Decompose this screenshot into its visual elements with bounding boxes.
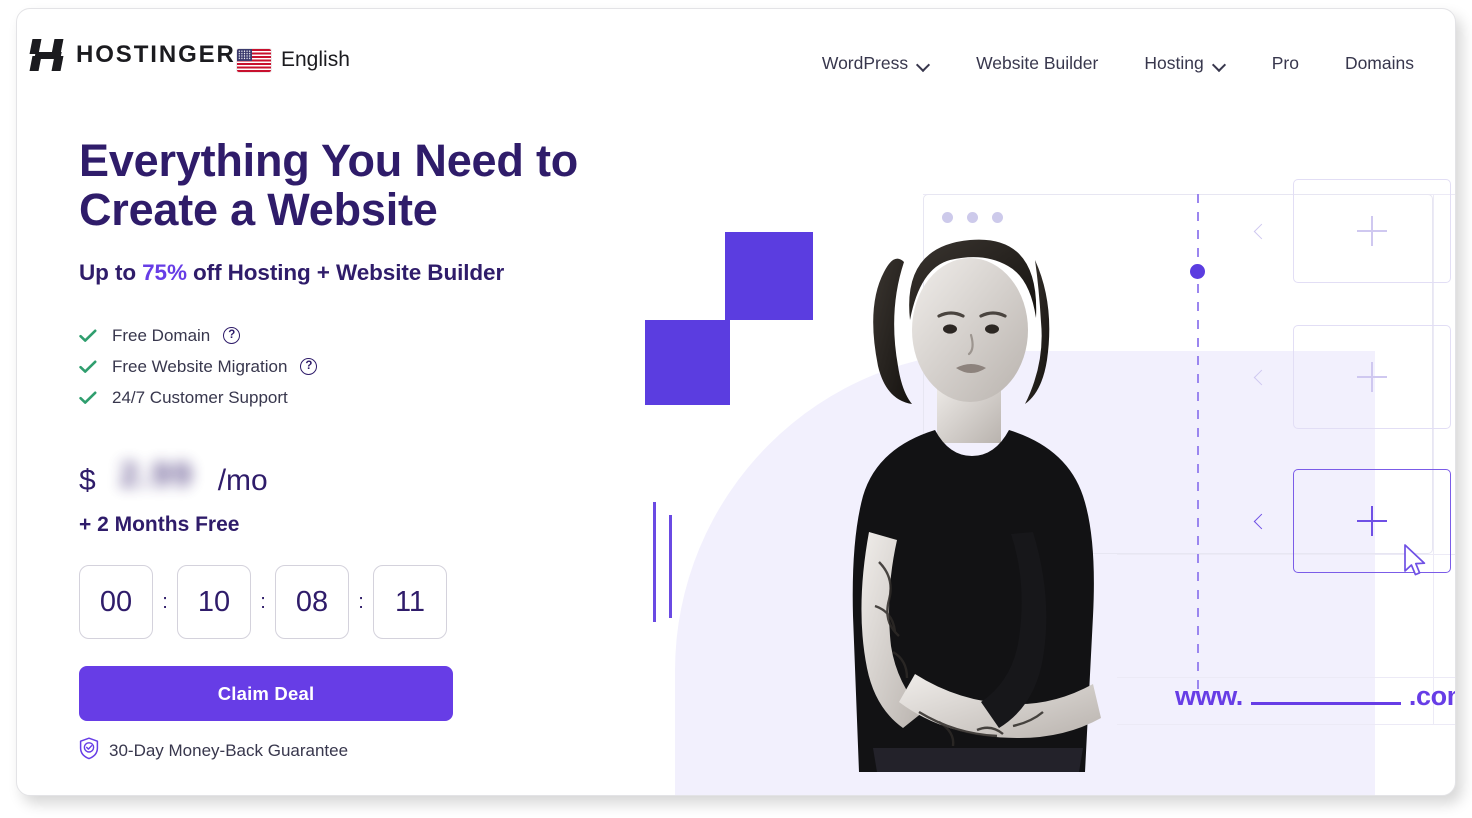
domain-search-illustration: www. .com [1175, 681, 1455, 712]
help-icon[interactable]: ? [300, 358, 318, 376]
main-navigation: WordPress Website Builder Hosting Pro Do… [799, 47, 1437, 80]
person-photo [807, 202, 1137, 772]
money-back-guarantee: 30-Day Money-Back Guarantee [79, 737, 639, 765]
countdown-minutes: 08 [275, 565, 349, 640]
plus-icon [1357, 216, 1387, 246]
landing-page: HOSTINGER English WordPress Website Buil… [16, 8, 1456, 796]
feature-label: 24/7 Customer Support [112, 387, 288, 407]
chevron-down-icon [917, 60, 930, 68]
headline-line-1: Everything You Need to [79, 135, 579, 186]
brand-logo[interactable]: HOSTINGER [29, 38, 236, 72]
screenshot-canvas: HOSTINGER English WordPress Website Buil… [0, 0, 1472, 818]
site-header: HOSTINGER English WordPress Website Buil… [17, 9, 1455, 104]
language-selector[interactable]: English [237, 48, 350, 72]
grid-rule-horizontal [1117, 724, 1455, 725]
mouse-pointer-icon [1403, 544, 1429, 578]
check-icon [79, 360, 101, 374]
language-label: English [281, 48, 350, 71]
feature-label: Free Website Migration [112, 356, 288, 376]
shield-check-icon [79, 737, 99, 765]
price-amount-value: 2.99 [119, 456, 194, 495]
countdown-hours: 10 [177, 565, 251, 640]
hostinger-h-logo-icon [29, 38, 65, 72]
feature-item-free-domain: Free Domain ? [79, 320, 639, 351]
grid-rule-horizontal [1117, 677, 1455, 678]
countdown-separator: : [260, 590, 266, 613]
us-flag-icon [237, 48, 271, 72]
price-period: /mo [217, 464, 268, 498]
chevron-down-icon [1213, 60, 1226, 68]
claim-deal-button[interactable]: Claim Deal [79, 666, 453, 722]
months-free-label: + 2 Months Free [79, 513, 240, 537]
nav-item-hosting[interactable]: Hosting [1121, 47, 1248, 80]
plus-icon [1357, 506, 1387, 536]
discount-percent: 75% [142, 260, 187, 286]
decorative-line-long [669, 515, 672, 618]
subhead-suffix: off Hosting + Website Builder [186, 260, 505, 286]
guarantee-label: 30-Day Money-Back Guarantee [109, 741, 349, 761]
guideline-anchor-dot [1190, 264, 1205, 279]
countdown-timer: 00 : 10 : 08 : 11 [79, 565, 639, 640]
plus-icon [1357, 362, 1387, 392]
countdown-seconds: 11 [373, 565, 447, 640]
check-icon [79, 391, 101, 405]
subhead-prefix: Up to [79, 260, 143, 286]
help-icon[interactable]: ? [223, 327, 241, 345]
feature-label: Free Domain [112, 325, 211, 345]
nav-item-domains[interactable]: Domains [1322, 47, 1437, 80]
placeholder-card-2[interactable] [1293, 325, 1451, 429]
nav-item-website-builder[interactable]: Website Builder [953, 47, 1121, 80]
chevron-left-icon[interactable] [1254, 511, 1267, 533]
chevron-left-icon[interactable] [1254, 367, 1267, 389]
domain-suffix: .com [1408, 681, 1455, 711]
hero-subheadline: Up to 75% off Hosting + Website Builder [79, 260, 639, 286]
check-icon [79, 329, 101, 343]
decorative-square-bottom [645, 320, 730, 405]
nav-item-label: Website Builder [976, 53, 1099, 73]
decorative-square-top [725, 232, 813, 320]
hero-content: Everything You Need to Create a Website … [79, 135, 639, 765]
countdown-days: 00 [79, 565, 153, 640]
decorative-line-short [653, 502, 656, 622]
nav-item-pro[interactable]: Pro [1249, 47, 1322, 80]
chevron-left-icon[interactable] [1254, 221, 1267, 243]
price-display: $ 2.99 /mo [79, 455, 639, 499]
price-amount-redacted: 2.99 [98, 455, 216, 499]
nav-item-label: WordPress [821, 53, 909, 73]
countdown-separator: : [162, 590, 168, 613]
headline-line-2: Create a Website [79, 183, 438, 235]
brand-name: HOSTINGER [76, 41, 236, 68]
countdown-separator: : [358, 590, 364, 613]
nav-item-wordpress[interactable]: WordPress [799, 47, 953, 80]
feature-item-customer-support: 24/7 Customer Support [79, 382, 639, 413]
page-title: Everything You Need to Create a Website [79, 135, 639, 235]
nav-item-label: Domains [1344, 53, 1414, 73]
nav-item-label: Pro [1271, 53, 1299, 73]
placeholder-card-1[interactable] [1293, 179, 1451, 283]
feature-list: Free Domain ? Free Website Migration ? 2… [79, 320, 639, 413]
domain-input-blank[interactable] [1250, 702, 1401, 705]
feature-item-free-website-migration: Free Website Migration ? [79, 351, 639, 382]
domain-prefix: www. [1175, 681, 1243, 711]
hero-illustration: www. .com [617, 104, 1455, 795]
nav-item-label: Hosting [1144, 53, 1204, 73]
